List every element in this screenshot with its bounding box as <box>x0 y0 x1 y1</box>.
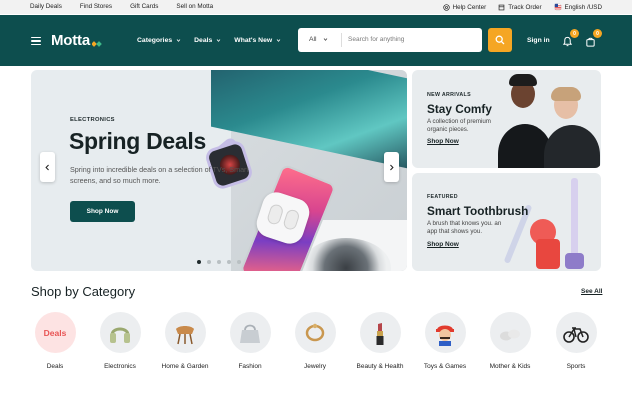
category-item-fashion[interactable]: Fashion <box>220 312 280 370</box>
utility-bar: Daily Deals Find Stores Gift Cards Sell … <box>0 0 632 14</box>
shopping-bag-icon <box>586 37 595 47</box>
help-icon <box>442 3 450 11</box>
bell-icon <box>562 36 573 47</box>
category-label: Electronics <box>104 363 136 370</box>
category-label: Deals <box>46 363 64 370</box>
primary-nav: Categories Deals What's New <box>137 37 294 44</box>
nav-categories[interactable]: Categories <box>137 37 181 44</box>
notification-count-badge: 0 <box>570 29 579 38</box>
chevron-right-icon <box>390 164 394 170</box>
carousel-dot[interactable] <box>197 260 201 264</box>
find-stores-link[interactable]: Find Stores <box>80 3 112 10</box>
category-label: Fashion <box>238 363 262 370</box>
track-order-label: Track Order <box>508 3 542 11</box>
search-bar: All Search for anything <box>298 28 482 52</box>
promo-eyebrow: FEATURED <box>427 194 458 200</box>
carousel-next-button[interactable] <box>384 152 399 182</box>
promo-card-featured[interactable]: FEATURED Smart Toothbrush A brush that k… <box>412 173 601 271</box>
hero-shop-now-button[interactable]: Shop Now <box>70 201 135 222</box>
category-item-sports[interactable]: Sports <box>546 312 606 370</box>
promo-shop-now-link[interactable]: Shop Now <box>427 241 459 248</box>
search-input[interactable]: Search for anything <box>348 36 404 43</box>
gift-cards-link[interactable]: Gift Cards <box>130 3 158 10</box>
site-logo[interactable]: Motta <box>51 32 102 49</box>
nav-categories-label: Categories <box>137 37 173 44</box>
chair-icon <box>164 312 206 353</box>
category-item-deals[interactable]: Deals Deals <box>25 312 85 370</box>
carousel-dot[interactable] <box>227 260 231 264</box>
category-item-electronics[interactable]: Electronics <box>90 312 150 370</box>
language-selector[interactable]: English /USD <box>553 3 602 11</box>
track-order-link[interactable]: Track Order <box>498 3 542 11</box>
search-divider <box>341 33 342 47</box>
promo-description: A brush that knows you. an app that show… <box>427 220 502 235</box>
chevron-down-icon <box>323 38 327 41</box>
nav-deals-label: Deals <box>194 37 213 44</box>
search-button[interactable] <box>488 28 512 52</box>
category-item-toys-games[interactable]: Toys & Games <box>415 312 475 370</box>
category-item-beauty-health[interactable]: Beauty & Health <box>350 312 410 370</box>
see-all-link[interactable]: See All <box>581 288 602 295</box>
category-label: Mother & Kids <box>489 363 531 370</box>
sell-link[interactable]: Sell on Motta <box>176 3 213 10</box>
chevron-left-icon <box>45 164 49 170</box>
nav-whats-new-label: What's New <box>234 37 273 44</box>
promo-description: A collection of premium organic pieces. <box>427 118 491 133</box>
section-title: Shop by Category <box>31 284 136 299</box>
package-icon <box>498 4 505 10</box>
carousel-dot[interactable] <box>207 260 211 264</box>
language-label: English /USD <box>564 3 602 11</box>
chevron-down-icon <box>276 39 281 42</box>
search-category-select[interactable]: All <box>309 36 328 43</box>
promo-eyebrow: NEW ARRIVALS <box>427 92 471 98</box>
notifications-button[interactable]: 0 <box>562 29 579 52</box>
deals-badge-text: Deals <box>43 327 67 338</box>
promo-card-new-arrivals[interactable]: NEW ARRIVALS Stay Comfy A collection of … <box>412 70 601 168</box>
main-header: Motta Categories Deals What's New All Se… <box>0 15 632 66</box>
toy-figure-icon <box>424 312 466 353</box>
sign-in-link[interactable]: Sign in <box>527 37 550 44</box>
promo-title: Smart Toothbrush <box>427 204 529 218</box>
promo-title: Stay Comfy <box>427 102 492 116</box>
chevron-down-icon <box>216 39 221 42</box>
ring-icon <box>294 312 336 353</box>
nav-deals[interactable]: Deals <box>194 37 221 44</box>
chevron-down-icon <box>176 39 181 42</box>
hero-banner: ELECTRONICS Spring Deals Spring into inc… <box>31 70 407 271</box>
logo-text: Motta <box>51 32 90 49</box>
help-center-link[interactable]: Help Center <box>442 3 487 11</box>
category-label: Home & Garden <box>161 363 209 370</box>
bicycle-icon <box>555 312 597 353</box>
carousel-dot[interactable] <box>237 260 241 264</box>
hero-eyebrow: ELECTRONICS <box>70 117 115 123</box>
search-icon <box>495 35 505 45</box>
category-label: Sports <box>566 363 586 370</box>
carousel-dots <box>197 260 247 264</box>
handbag-icon <box>229 312 271 353</box>
search-category-value: All <box>309 36 317 43</box>
carousel-dot[interactable] <box>217 260 221 264</box>
help-center-label: Help Center <box>452 3 487 11</box>
baby-shoes-icon <box>489 312 531 353</box>
promo-shop-now-link[interactable]: Shop Now <box>427 138 459 145</box>
category-label: Jewelry <box>303 363 327 370</box>
category-label: Beauty & Health <box>356 363 404 370</box>
logo-mark-icon <box>91 36 102 47</box>
hero-description: Spring into incredible deals on a select… <box>70 165 249 185</box>
lipstick-icon <box>359 312 401 353</box>
us-flag-icon <box>553 3 562 11</box>
headphones-icon <box>99 312 141 353</box>
daily-deals-link[interactable]: Daily Deals <box>30 3 62 10</box>
category-item-jewelry[interactable]: Jewelry <box>285 312 345 370</box>
hero-title: Spring Deals <box>69 128 206 154</box>
deals-badge: Deals <box>34 312 76 353</box>
carousel-prev-button[interactable] <box>40 152 55 182</box>
category-label: Toys & Games <box>423 363 467 370</box>
nav-whats-new[interactable]: What's New <box>234 37 281 44</box>
category-item-mother-kids[interactable]: Mother & Kids <box>480 312 540 370</box>
category-item-home-garden[interactable]: Home & Garden <box>155 312 215 370</box>
cart-count-badge: 0 <box>593 29 602 38</box>
cart-button[interactable]: 0 <box>585 29 602 52</box>
menu-icon[interactable] <box>31 37 41 46</box>
